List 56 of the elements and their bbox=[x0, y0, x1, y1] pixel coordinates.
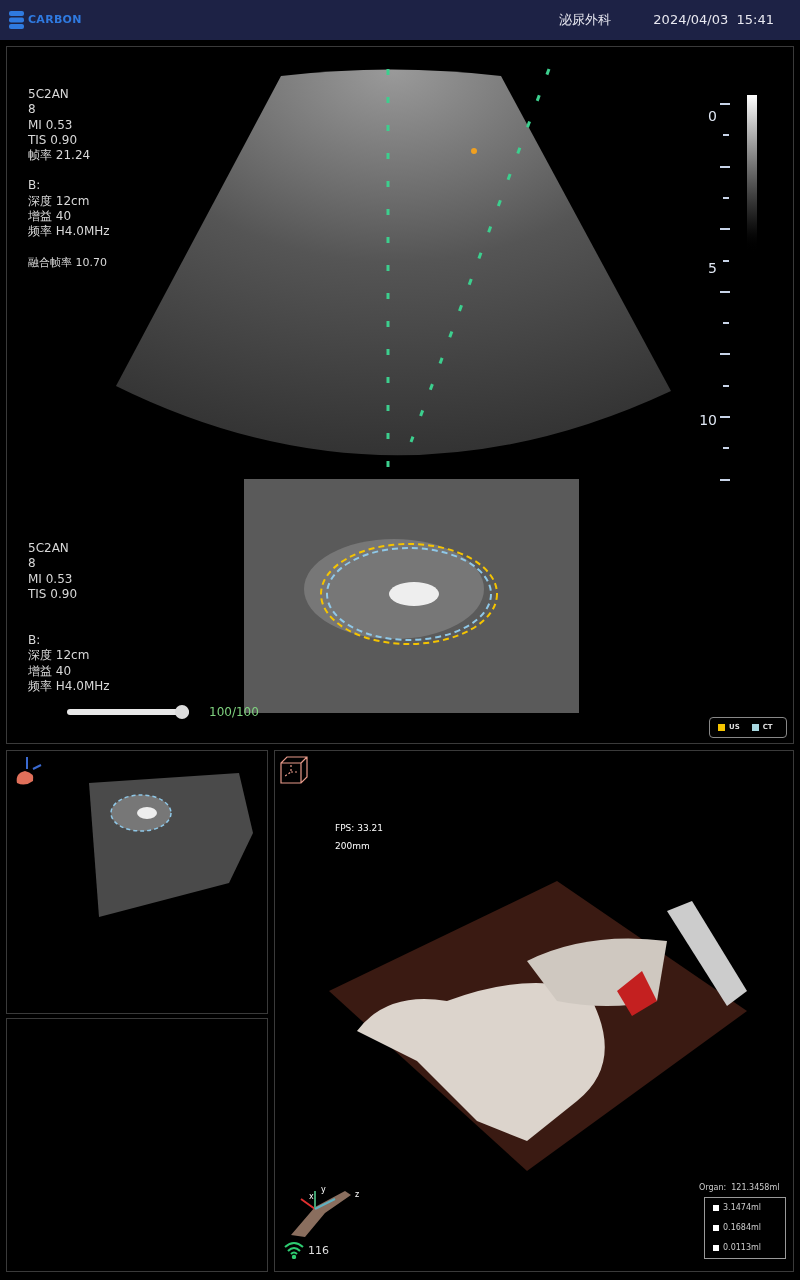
info-text: 5C2AN bbox=[28, 541, 70, 557]
scale-tick bbox=[723, 259, 729, 262]
info-text: 融合帧率 10.70 bbox=[28, 254, 108, 271]
scale-tick bbox=[723, 447, 729, 450]
depth-label: 10 bbox=[699, 413, 717, 427]
scale-tick bbox=[720, 353, 730, 356]
wifi-icon bbox=[283, 1241, 305, 1259]
info-text: 增益 40 bbox=[28, 663, 73, 680]
axis-label: z bbox=[355, 1191, 360, 1199]
axis-label: x bbox=[309, 1193, 314, 1201]
signal-value: 116 bbox=[308, 1243, 329, 1259]
scale-text: 200mm bbox=[335, 840, 370, 853]
volume-value: 0.0113ml bbox=[723, 1242, 761, 1254]
info-text: MI 0.53 bbox=[28, 117, 74, 133]
scale-tick bbox=[720, 103, 730, 105]
volume-value: 0.1684ml bbox=[723, 1222, 761, 1234]
date-time: 2024/04/03 15:41 bbox=[653, 11, 774, 30]
marker-dot bbox=[471, 148, 477, 154]
info-text: B: bbox=[28, 633, 42, 649]
organ-volume: Organ: 121.3458ml bbox=[699, 1182, 780, 1194]
axis-label: y bbox=[321, 1186, 326, 1194]
scale-tick bbox=[720, 228, 730, 231]
info-text: 8 bbox=[28, 102, 37, 118]
square-icon bbox=[713, 1245, 719, 1251]
department-label: 泌尿外科 bbox=[559, 11, 612, 30]
scale-tick bbox=[720, 478, 730, 481]
volume-value: 3.1474ml bbox=[723, 1202, 761, 1214]
scale-tick bbox=[723, 384, 729, 387]
info-text: 频率 H4.0MHz bbox=[28, 679, 110, 695]
info-text: MI 0.53 bbox=[28, 571, 74, 587]
info-text: B: bbox=[28, 178, 42, 194]
info-text: 频率 H4.0MHz bbox=[28, 224, 110, 240]
cube-icon[interactable] bbox=[279, 755, 309, 785]
opacity-slider[interactable] bbox=[67, 705, 189, 719]
logo-icon bbox=[8, 9, 26, 31]
scale-tick bbox=[723, 134, 729, 137]
square-icon bbox=[713, 1225, 719, 1231]
info-text: 5C2AN bbox=[28, 87, 70, 103]
scale-tick bbox=[723, 322, 729, 325]
info-text: 增益 40 bbox=[28, 209, 73, 225]
scale-tick bbox=[720, 290, 730, 293]
square-icon bbox=[713, 1205, 719, 1211]
info-text: TIS 0.90 bbox=[28, 586, 79, 603]
logo-text: CARBON bbox=[28, 11, 82, 28]
info-text: 帧率 21.24 bbox=[28, 148, 92, 164]
scale-tick bbox=[720, 165, 730, 168]
slider-value: 100/100 bbox=[209, 704, 259, 721]
info-text: 8 bbox=[28, 556, 37, 572]
info-text: TIS 0.90 bbox=[28, 132, 79, 149]
fps-text: FPS: 33.21 bbox=[335, 822, 383, 835]
scale-tick bbox=[723, 196, 729, 199]
scale-tick bbox=[720, 416, 730, 418]
info-text: 深度 12cm bbox=[28, 648, 91, 664]
info-text: 深度 12cm bbox=[28, 193, 91, 210]
depth-label: 0 bbox=[708, 109, 717, 123]
depth-label: 5 bbox=[708, 261, 717, 275]
